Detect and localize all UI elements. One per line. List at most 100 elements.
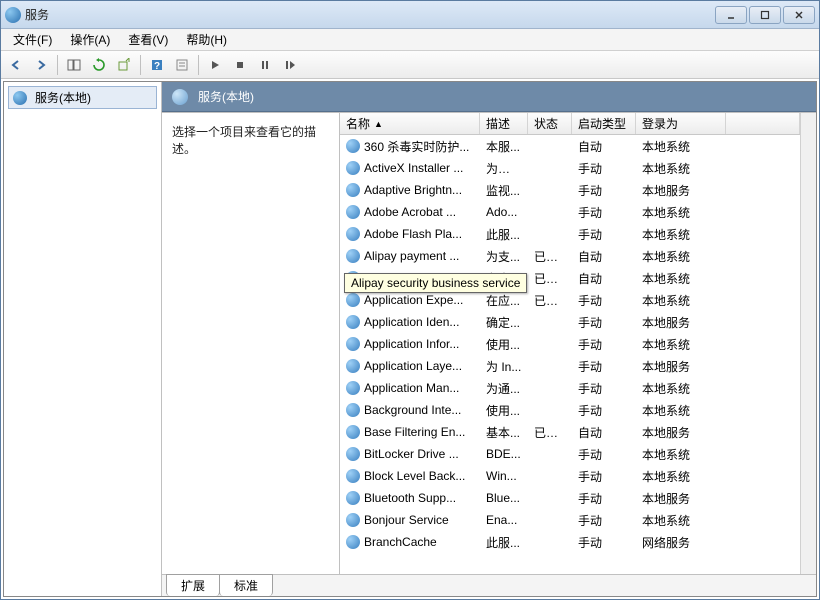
cell-name: Adobe Acrobat ... xyxy=(340,203,480,221)
cell-description: Blue... xyxy=(480,489,528,507)
cell-status xyxy=(528,408,572,412)
cell-startup: 手动 xyxy=(572,532,636,553)
tooltip: Alipay security business service xyxy=(344,273,527,293)
cell-startup: 手动 xyxy=(572,400,636,421)
service-row[interactable]: Bonjour ServiceEna...手动本地系统 xyxy=(340,509,800,531)
menu-file[interactable]: 文件(F) xyxy=(5,29,60,50)
column-name[interactable]: 名称▲ xyxy=(340,113,480,134)
column-startup[interactable]: 启动类型 xyxy=(572,113,636,134)
tree-panel: 服务(本地) xyxy=(4,82,162,596)
titlebar[interactable]: 服务 xyxy=(1,1,819,29)
cell-startup: 自动 xyxy=(572,246,636,267)
service-name-text: BranchCache xyxy=(364,535,437,549)
cell-name: Application Infor... xyxy=(340,335,480,353)
close-button[interactable] xyxy=(783,6,815,24)
start-service-button[interactable] xyxy=(204,54,226,76)
service-row[interactable]: Application Laye...为 In...手动本地服务 xyxy=(340,355,800,377)
service-row[interactable]: Adaptive Brightn...监视...手动本地服务 xyxy=(340,179,800,201)
restart-service-button[interactable] xyxy=(279,54,301,76)
cell-name: Alipay payment ... xyxy=(340,247,480,265)
cell-status xyxy=(528,144,572,148)
column-spacer xyxy=(726,113,800,134)
cell-description: 为从 ... xyxy=(480,158,528,179)
cell-startup: 自动 xyxy=(572,422,636,443)
cell-logon: 网络服务 xyxy=(636,532,726,553)
tab-extended[interactable]: 扩展 xyxy=(166,574,220,596)
cell-description: Ena... xyxy=(480,511,528,529)
cell-startup: 手动 xyxy=(572,224,636,245)
cell-description: 基本... xyxy=(480,422,528,443)
cell-logon: 本地系统 xyxy=(636,158,726,179)
cell-startup: 手动 xyxy=(572,356,636,377)
cell-logon: 本地系统 xyxy=(636,268,726,289)
cell-status xyxy=(528,320,572,324)
service-row[interactable]: BranchCache此服...手动网络服务 xyxy=(340,531,800,553)
cell-status xyxy=(528,386,572,390)
refresh-button[interactable] xyxy=(88,54,110,76)
cell-description: 为通... xyxy=(480,378,528,399)
cell-description: 本服... xyxy=(480,136,528,157)
menu-view[interactable]: 查看(V) xyxy=(120,29,176,50)
services-icon xyxy=(13,91,27,105)
cell-status xyxy=(528,188,572,192)
cell-name: Bluetooth Supp... xyxy=(340,489,480,507)
service-row[interactable]: Adobe Flash Pla...此服...手动本地系统 xyxy=(340,223,800,245)
service-row[interactable]: Alipay payment ...为支...已启动自动本地系统 xyxy=(340,245,800,267)
vertical-scrollbar[interactable] xyxy=(800,113,816,574)
service-row[interactable]: Application Man...为通...手动本地系统 xyxy=(340,377,800,399)
stop-service-button[interactable] xyxy=(229,54,251,76)
service-icon xyxy=(346,315,360,329)
forward-button[interactable] xyxy=(30,54,52,76)
description-text: 选择一个项目来查看它的描述。 xyxy=(172,125,316,156)
tree-item-services-local[interactable]: 服务(本地) xyxy=(8,86,157,109)
service-row[interactable]: Adobe Acrobat ...Ado...手动本地系统 xyxy=(340,201,800,223)
cell-startup: 手动 xyxy=(572,488,636,509)
service-row[interactable]: Application Infor...使用...手动本地系统 xyxy=(340,333,800,355)
service-name-text: Block Level Back... xyxy=(364,469,465,483)
service-row[interactable]: BitLocker Drive ...BDE...手动本地系统 xyxy=(340,443,800,465)
cell-logon: 本地系统 xyxy=(636,202,726,223)
service-row[interactable]: Bluetooth Supp...Blue...手动本地服务 xyxy=(340,487,800,509)
cell-logon: 本地系统 xyxy=(636,290,726,311)
column-logon[interactable]: 登录为 xyxy=(636,113,726,134)
pause-service-button[interactable] xyxy=(254,54,276,76)
menu-action[interactable]: 操作(A) xyxy=(62,29,118,50)
service-icon xyxy=(346,249,360,263)
cell-name: Background Inte... xyxy=(340,401,480,419)
service-name-text: Alipay payment ... xyxy=(364,249,459,263)
cell-startup: 手动 xyxy=(572,510,636,531)
column-description[interactable]: 描述 xyxy=(480,113,528,134)
service-icon xyxy=(346,205,360,219)
service-name-text: Adaptive Brightn... xyxy=(364,183,462,197)
cell-logon: 本地系统 xyxy=(636,466,726,487)
service-icon xyxy=(346,183,360,197)
service-row[interactable]: Background Inte...使用...手动本地系统 xyxy=(340,399,800,421)
back-button[interactable] xyxy=(5,54,27,76)
maximize-button[interactable] xyxy=(749,6,781,24)
tab-standard[interactable]: 标准 xyxy=(219,574,273,596)
cell-description: 监视... xyxy=(480,180,528,201)
help-button[interactable]: ? xyxy=(146,54,168,76)
cell-status xyxy=(528,474,572,478)
cell-name: Adaptive Brightn... xyxy=(340,181,480,199)
column-status[interactable]: 状态 xyxy=(528,113,572,134)
service-row[interactable]: 360 杀毒实时防护...本服...自动本地系统 xyxy=(340,135,800,157)
export-button[interactable] xyxy=(113,54,135,76)
minimize-button[interactable] xyxy=(715,6,747,24)
cell-startup: 手动 xyxy=(572,290,636,311)
service-row[interactable]: Application Iden...确定...手动本地服务 xyxy=(340,311,800,333)
list-body[interactable]: Alipay security business service 360 杀毒实… xyxy=(340,135,800,574)
cell-logon: 本地系统 xyxy=(636,510,726,531)
service-row[interactable]: Block Level Back...Win...手动本地系统 xyxy=(340,465,800,487)
properties-button[interactable] xyxy=(171,54,193,76)
service-row[interactable]: Base Filtering En...基本...已启动自动本地服务 xyxy=(340,421,800,443)
service-icon xyxy=(346,161,360,175)
service-name-text: Adobe Flash Pla... xyxy=(364,227,462,241)
right-header: 服务(本地) xyxy=(162,82,816,112)
cell-status: 已启动 xyxy=(528,246,572,267)
cell-logon: 本地系统 xyxy=(636,400,726,421)
service-row[interactable]: ActiveX Installer ...为从 ...手动本地系统 xyxy=(340,157,800,179)
cell-startup: 手动 xyxy=(572,202,636,223)
menu-help[interactable]: 帮助(H) xyxy=(178,29,235,50)
show-hide-tree-button[interactable] xyxy=(63,54,85,76)
